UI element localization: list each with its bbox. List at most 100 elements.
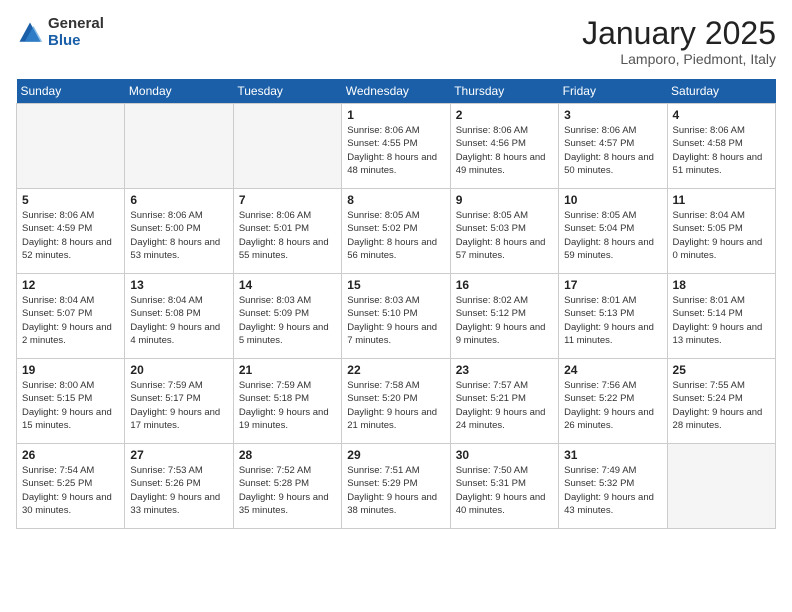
day-number: 18 [673,278,770,292]
day-cell: 21 Sunrise: 7:59 AM Sunset: 5:18 PM Dayli… [233,359,341,444]
day-info: Sunrise: 8:04 AM Sunset: 5:05 PM Dayligh… [673,209,770,262]
calendar-title: January 2025 [582,16,776,51]
day-info: Sunrise: 8:05 AM Sunset: 5:04 PM Dayligh… [564,209,661,262]
day-cell: 30 Sunrise: 7:50 AM Sunset: 5:31 PM Dayli… [450,444,558,529]
week-row-1: 1 Sunrise: 8:06 AM Sunset: 4:55 PM Daylig… [17,104,776,189]
day-info: Sunrise: 7:50 AM Sunset: 5:31 PM Dayligh… [456,464,553,517]
week-row-3: 12Sunrise: 8:04 AM Sunset: 5:07 PM Dayli… [17,274,776,359]
day-cell: 24Sunrise: 7:56 AM Sunset: 5:22 PM Dayli… [559,359,667,444]
day-number: 25 [673,363,770,377]
day-info: Sunrise: 7:53 AM Sunset: 5:26 PM Dayligh… [130,464,227,517]
day-cell: 10Sunrise: 8:05 AM Sunset: 5:04 PM Dayli… [559,189,667,274]
day-number: 11 [673,193,770,207]
day-number: 23 [456,363,553,377]
header-sunday: Sunday [17,79,125,104]
day-cell: 7Sunrise: 8:06 AM Sunset: 5:01 PM Daylig… [233,189,341,274]
day-info: Sunrise: 7:56 AM Sunset: 5:22 PM Dayligh… [564,379,661,432]
day-info: Sunrise: 7:59 AM Sunset: 5:18 PM Dayligh… [239,379,336,432]
day-info: Sunrise: 7:54 AM Sunset: 5:25 PM Dayligh… [22,464,119,517]
day-info: Sunrise: 8:06 AM Sunset: 4:59 PM Dayligh… [22,209,119,262]
week-row-5: 26 Sunrise: 7:54 AM Sunset: 5:25 PM Dayli… [17,444,776,529]
day-info: Sunrise: 8:02 AM Sunset: 5:12 PM Dayligh… [456,294,553,347]
day-number: 15 [347,278,444,292]
day-cell: 22Sunrise: 7:58 AM Sunset: 5:20 PM Dayli… [342,359,450,444]
day-cell: 12Sunrise: 8:04 AM Sunset: 5:07 PM Dayli… [17,274,125,359]
day-info: Sunrise: 7:57 AM Sunset: 5:21 PM Dayligh… [456,379,553,432]
day-info: Sunrise: 8:03 AM Sunset: 5:09 PM Dayligh… [239,294,336,347]
day-info: Sunrise: 8:03 AM Sunset: 5:10 PM Dayligh… [347,294,444,347]
header-friday: Friday [559,79,667,104]
day-cell: 9Sunrise: 8:05 AM Sunset: 5:03 PM Daylig… [450,189,558,274]
day-cell: 5 Sunrise: 8:06 AM Sunset: 4:59 PM Daylig… [17,189,125,274]
day-info: Sunrise: 8:06 AM Sunset: 4:55 PM Dayligh… [347,124,444,177]
day-cell: 29 Sunrise: 7:51 AM Sunset: 5:29 PM Dayli… [342,444,450,529]
day-number: 21 [239,363,336,377]
day-number: 6 [130,193,227,207]
week-row-2: 5 Sunrise: 8:06 AM Sunset: 4:59 PM Daylig… [17,189,776,274]
day-info: Sunrise: 7:51 AM Sunset: 5:29 PM Dayligh… [347,464,444,517]
day-info: Sunrise: 8:06 AM Sunset: 5:00 PM Dayligh… [130,209,227,262]
logo-general: General [48,16,104,33]
page-header: General Blue January 2025 Lamporo, Piedm… [16,16,776,67]
day-number: 31 [564,448,661,462]
calendar-header: Sunday Monday Tuesday Wednesday Thursday… [17,79,776,104]
day-cell [233,104,341,189]
day-number: 9 [456,193,553,207]
header-tuesday: Tuesday [233,79,341,104]
day-number: 1 [347,108,444,122]
day-number: 14 [239,278,336,292]
day-info: Sunrise: 7:49 AM Sunset: 5:32 PM Dayligh… [564,464,661,517]
day-number: 2 [456,108,553,122]
day-number: 5 [22,193,119,207]
day-cell: 28 Sunrise: 7:52 AM Sunset: 5:28 PM Dayli… [233,444,341,529]
logo: General Blue [16,16,104,49]
day-cell: 20 Sunrise: 7:59 AM Sunset: 5:17 PM Dayli… [125,359,233,444]
day-cell: 25 Sunrise: 7:55 AM Sunset: 5:24 PM Dayli… [667,359,775,444]
day-cell: 18Sunrise: 8:01 AM Sunset: 5:14 PM Dayli… [667,274,775,359]
day-cell: 3Sunrise: 8:06 AM Sunset: 4:57 PM Daylig… [559,104,667,189]
day-info: Sunrise: 8:06 AM Sunset: 4:58 PM Dayligh… [673,124,770,177]
week-row-4: 19 Sunrise: 8:00 AM Sunset: 5:15 PM Dayli… [17,359,776,444]
calendar-subtitle: Lamporo, Piedmont, Italy [582,51,776,67]
day-cell [125,104,233,189]
day-number: 13 [130,278,227,292]
day-number: 3 [564,108,661,122]
day-cell: 2 Sunrise: 8:06 AM Sunset: 4:56 PM Daylig… [450,104,558,189]
day-info: Sunrise: 8:06 AM Sunset: 4:56 PM Dayligh… [456,124,553,177]
day-cell: 11 Sunrise: 8:04 AM Sunset: 5:05 PM Dayli… [667,189,775,274]
day-number: 26 [22,448,119,462]
day-number: 29 [347,448,444,462]
title-block: January 2025 Lamporo, Piedmont, Italy [582,16,776,67]
day-number: 20 [130,363,227,377]
logo-icon [16,19,44,47]
day-number: 8 [347,193,444,207]
day-info: Sunrise: 7:52 AM Sunset: 5:28 PM Dayligh… [239,464,336,517]
day-cell: 6 Sunrise: 8:06 AM Sunset: 5:00 PM Daylig… [125,189,233,274]
day-info: Sunrise: 7:58 AM Sunset: 5:20 PM Dayligh… [347,379,444,432]
day-cell [17,104,125,189]
day-number: 16 [456,278,553,292]
logo-blue: Blue [48,33,104,50]
day-number: 30 [456,448,553,462]
day-cell: 8Sunrise: 8:05 AM Sunset: 5:02 PM Daylig… [342,189,450,274]
header-thursday: Thursday [450,79,558,104]
day-number: 19 [22,363,119,377]
calendar-table: Sunday Monday Tuesday Wednesday Thursday… [16,79,776,529]
day-info: Sunrise: 8:01 AM Sunset: 5:13 PM Dayligh… [564,294,661,347]
day-cell: 4 Sunrise: 8:06 AM Sunset: 4:58 PM Daylig… [667,104,775,189]
day-number: 28 [239,448,336,462]
day-cell: 14 Sunrise: 8:03 AM Sunset: 5:09 PM Dayli… [233,274,341,359]
day-info: Sunrise: 7:55 AM Sunset: 5:24 PM Dayligh… [673,379,770,432]
day-info: Sunrise: 8:00 AM Sunset: 5:15 PM Dayligh… [22,379,119,432]
day-info: Sunrise: 7:59 AM Sunset: 5:17 PM Dayligh… [130,379,227,432]
day-info: Sunrise: 8:04 AM Sunset: 5:07 PM Dayligh… [22,294,119,347]
day-cell: 15 Sunrise: 8:03 AM Sunset: 5:10 PM Dayli… [342,274,450,359]
day-number: 4 [673,108,770,122]
day-cell: 31 Sunrise: 7:49 AM Sunset: 5:32 PM Dayli… [559,444,667,529]
calendar-body: 1 Sunrise: 8:06 AM Sunset: 4:55 PM Daylig… [17,104,776,529]
day-cell [667,444,775,529]
day-number: 17 [564,278,661,292]
logo-text: General Blue [48,16,104,49]
day-cell: 23 Sunrise: 7:57 AM Sunset: 5:21 PM Dayli… [450,359,558,444]
day-cell: 27Sunrise: 7:53 AM Sunset: 5:26 PM Dayli… [125,444,233,529]
